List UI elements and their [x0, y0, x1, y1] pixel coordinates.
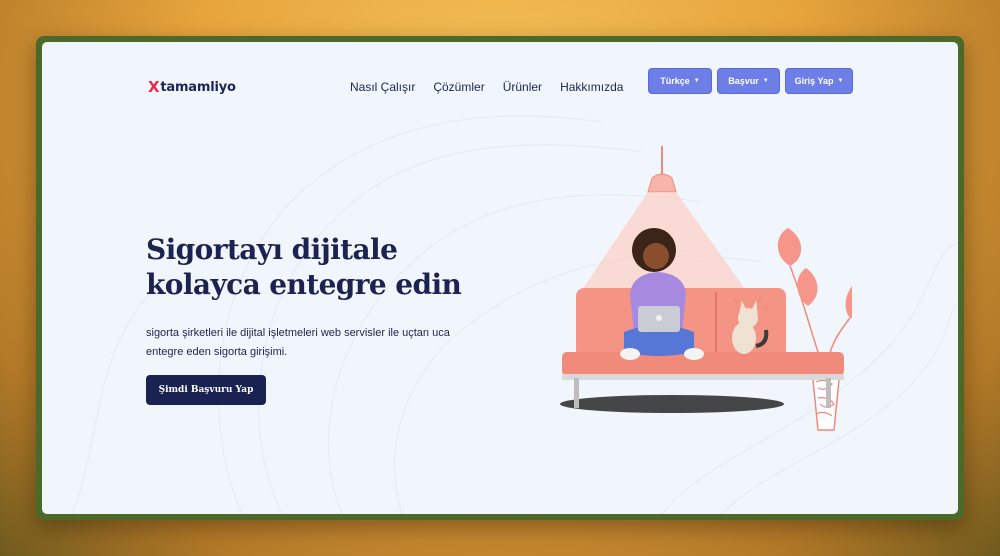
hero-description-line-2: entegre eden sigorta girişimi.	[146, 346, 288, 358]
main-navigation: Nasıl Çalışır Çözümler Ürünler Hakkımızd…	[350, 80, 641, 94]
lamp-shade	[647, 173, 677, 193]
chevron-down-icon: ▼	[693, 78, 700, 84]
hero-description: sigorta şirketleri ile dijital işletmele…	[146, 324, 506, 362]
language-dropdown-button[interactable]: Türkçe ▼	[648, 68, 712, 94]
hero-title: Sigortayı dijitale kolayca entegre edin	[146, 232, 466, 302]
nav-link-products[interactable]: Ürünler	[503, 80, 542, 94]
landing-page: X tamamliyo Nasıl Çalışır Çözümler Ürünl…	[42, 42, 958, 514]
logo-x-mark: X	[148, 78, 160, 96]
logo-text: tamamliyo	[160, 79, 236, 95]
login-dropdown-button[interactable]: Giriş Yap ▼	[785, 68, 853, 94]
login-label: Giriş Yap	[794, 76, 834, 86]
person-on-sofa-with-laptop-illustration	[560, 146, 852, 431]
hero-title-line-1: Sigortayı dijitale	[146, 233, 398, 266]
plant-illustration	[777, 228, 852, 431]
apply-dropdown-button[interactable]: Başvur ▼	[717, 68, 780, 94]
sofa-illustration	[562, 288, 844, 408]
hero-title-line-2: kolayca entegre edin	[146, 268, 462, 301]
chevron-down-icon: ▼	[837, 78, 844, 84]
hero-description-line-1: sigorta şirketleri ile dijital işletmele…	[146, 327, 450, 339]
apply-now-button[interactable]: Şimdi Başvuru Yap	[146, 375, 266, 405]
browser-frame: X tamamliyo Nasıl Çalışır Çözümler Ürünl…	[36, 36, 964, 520]
nav-link-about[interactable]: Hakkımızda	[560, 80, 623, 94]
nav-link-how-it-works[interactable]: Nasıl Çalışır	[350, 80, 415, 94]
sofa-shadow	[560, 395, 784, 413]
apply-label: Başvur	[728, 76, 759, 86]
nav-link-solutions[interactable]: Çözümler	[433, 80, 484, 94]
nav-button-group: Türkçe ▼ Başvur ▼ Giriş Yap ▼	[648, 68, 858, 94]
brand-logo[interactable]: X tamamliyo	[148, 78, 236, 96]
language-label: Türkçe	[660, 76, 690, 86]
chevron-down-icon: ▼	[762, 78, 769, 84]
